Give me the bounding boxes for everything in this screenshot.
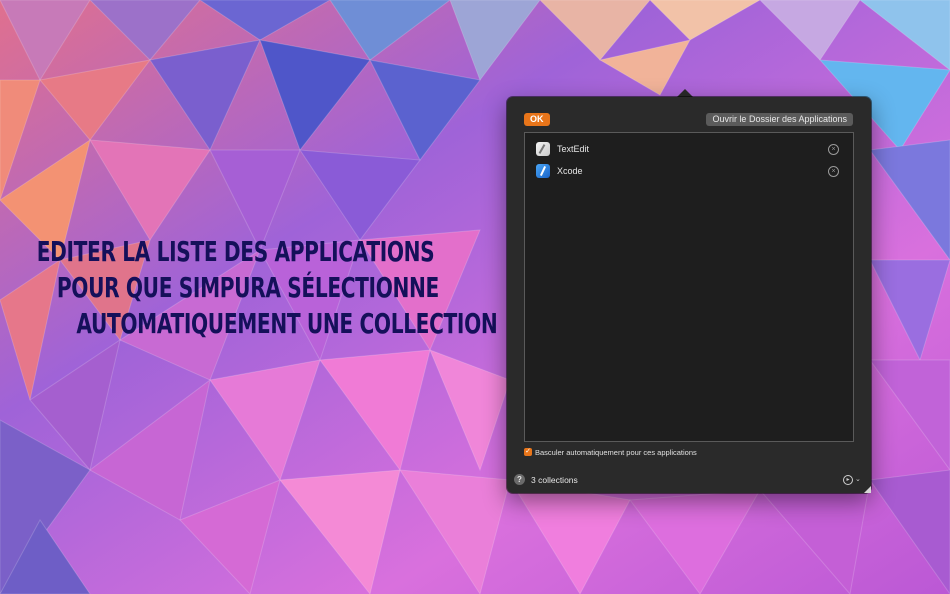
remove-circle-icon[interactable]: × xyxy=(828,166,839,177)
list-item-xcode[interactable]: Xcode × xyxy=(536,163,839,181)
collections-count: 3 collections xyxy=(531,475,578,485)
open-applications-folder-button[interactable]: Ouvrir le Dossier des Applications xyxy=(706,113,853,126)
help-button[interactable]: ? xyxy=(514,474,525,485)
headline-line-3: AUTOMATIQUEMENT UNE COLLECTION xyxy=(76,307,498,340)
action-menu-button[interactable]: ▸ ⌄ xyxy=(843,474,863,486)
textedit-app-icon xyxy=(536,142,550,156)
xcode-app-icon xyxy=(536,164,550,178)
headline-line-1: EDITER LA LISTE DES APPLICATIONS xyxy=(36,235,435,268)
app-list-popover: OK Ouvrir le Dossier des Applications Te… xyxy=(507,97,871,493)
applications-list[interactable]: TextEdit × Xcode × xyxy=(524,132,854,442)
list-item-textedit[interactable]: TextEdit × xyxy=(536,141,839,159)
promo-headline: EDITER LA LISTE DES APPLICATIONS POUR QU… xyxy=(0,234,498,342)
auto-switch-checkbox[interactable]: ✓ xyxy=(524,448,532,456)
app-name: TextEdit xyxy=(557,144,590,154)
action-menu-icon: ▸ xyxy=(843,475,853,485)
headline-line-2: POUR QUE SIMPURA SÉLECTIONNE xyxy=(56,271,439,304)
chevron-down-icon: ⌄ xyxy=(855,476,861,483)
remove-circle-icon[interactable]: × xyxy=(828,144,839,155)
ok-button[interactable]: OK xyxy=(524,113,550,126)
auto-switch-label: Basculer automatiquement pour ces applic… xyxy=(535,448,697,457)
app-name: Xcode xyxy=(557,166,583,176)
resize-grip-icon[interactable] xyxy=(864,486,871,493)
